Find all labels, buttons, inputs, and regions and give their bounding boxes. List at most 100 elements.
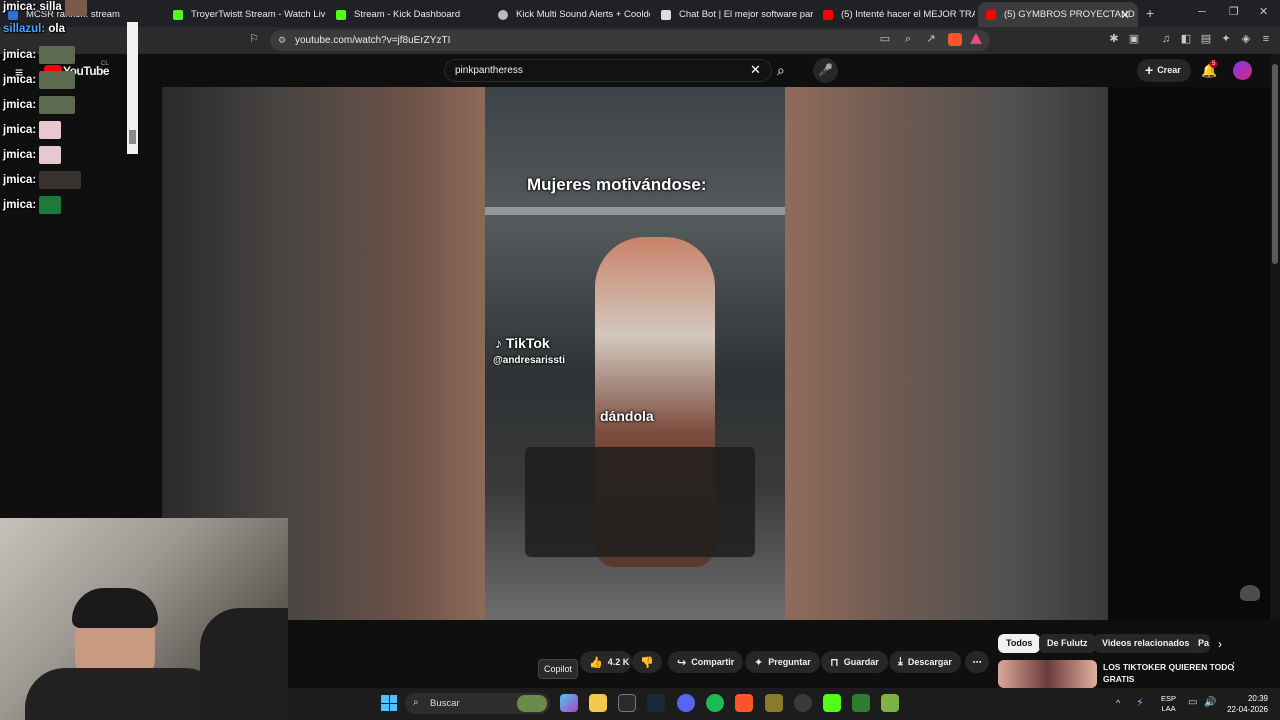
chip-all[interactable]: Todos	[998, 634, 1041, 653]
tab-title: TroyerTwistt Stream - Watch Live on	[191, 9, 325, 20]
epic-games-icon[interactable]	[618, 694, 636, 712]
chip-related[interactable]: Videos relacionados	[1094, 634, 1198, 653]
tab-favicon-icon	[498, 9, 508, 20]
clock-date: 22-04-2026	[1227, 705, 1268, 714]
chat-username: jmica:	[3, 99, 37, 111]
discord-icon[interactable]	[677, 694, 695, 712]
search-input[interactable]: pinkpantheress	[444, 59, 772, 82]
share-page-icon[interactable]: ↗	[925, 33, 937, 45]
save-button[interactable]: ⊓ Guardar	[821, 651, 888, 673]
emote-image	[39, 96, 76, 114]
ask-button[interactable]: ✦ Preguntar	[745, 651, 820, 673]
brave-shield-icon[interactable]	[948, 33, 962, 46]
new-tab-button[interactable]: +	[1146, 5, 1154, 21]
save-label: Guardar	[843, 657, 879, 667]
scrollbar-thumb[interactable]	[1272, 64, 1278, 264]
brave-browser-icon[interactable]	[735, 694, 753, 712]
clock[interactable]: 20:39 22-04-2026	[1222, 693, 1268, 715]
emote-image	[39, 196, 62, 214]
widget-image[interactable]	[517, 695, 547, 712]
menu-icon[interactable]: ≡	[1260, 33, 1272, 45]
cast-icon[interactable]: ▭	[879, 33, 891, 45]
chat-message: jmica:	[3, 146, 62, 164]
tray-app-icon[interactable]: ⚡	[1136, 696, 1144, 709]
chip-more[interactable]: Pa	[1190, 634, 1210, 653]
emote-image	[39, 121, 62, 139]
browser-tab[interactable]: (5) Intenté hacer el MEJOR TRAGO e	[815, 2, 975, 27]
browser-tab[interactable]: Kick Multi Sound Alerts + Cooldown	[490, 2, 650, 27]
chip-from-channel[interactable]: De Fulutz	[1039, 634, 1096, 653]
tiktok-label: TikTok	[505, 335, 550, 351]
minecraft-icon[interactable]	[852, 694, 870, 712]
tab-title: (5) GYMBROS PROYECTAND	[1004, 9, 1135, 20]
maximize-button[interactable]: ❐	[1229, 5, 1239, 18]
dislike-button[interactable]: 👎	[632, 651, 662, 673]
search-value: pinkpantheress	[455, 65, 523, 76]
vpn-icon[interactable]: ◈	[1240, 33, 1252, 45]
zoom-icon[interactable]: ⌕	[902, 33, 914, 45]
chat-message: jmica:	[3, 46, 76, 64]
search-icon[interactable]: ⌕	[777, 62, 785, 79]
like-button[interactable]: 👍 4.2 K	[580, 651, 632, 673]
tiktok-handle: @andresarissti	[493, 355, 566, 366]
channel-watermark-icon	[1240, 585, 1260, 601]
app-icon[interactable]	[765, 694, 783, 712]
brave-rewards-icon[interactable]	[970, 33, 982, 44]
bookmark-icon[interactable]: ⚐	[248, 33, 260, 45]
browser-tab[interactable]: Stream - Kick Dashboard	[328, 2, 488, 27]
leo-ai-icon[interactable]: ✦	[1220, 33, 1232, 45]
file-explorer-icon[interactable]	[589, 694, 607, 712]
language-indicator[interactable]: ESP LAA	[1161, 694, 1176, 714]
related-more-icon[interactable]: ⋮	[1228, 660, 1239, 673]
kick-icon[interactable]	[823, 694, 841, 712]
create-button[interactable]: + Crear	[1137, 59, 1191, 82]
wallet-icon[interactable]: ▤	[1200, 33, 1212, 45]
close-window-button[interactable]: ✕	[1259, 5, 1268, 18]
minimize-button[interactable]: ─	[1198, 6, 1206, 18]
volume-icon[interactable]: 🔊	[1204, 697, 1216, 708]
site-info-icon[interactable]: ⚙	[276, 34, 288, 46]
video-caption-top: Mujeres motivándose:	[527, 175, 707, 194]
windows-start-icon[interactable]	[381, 695, 397, 711]
page-scrollbar[interactable]	[1270, 54, 1280, 668]
steam-icon[interactable]	[647, 694, 665, 712]
video-frame[interactable]: Mujeres motivándose: ♪ TikTok @andresari…	[485, 87, 785, 620]
network-icon[interactable]: ▭	[1188, 697, 1197, 708]
spotify-icon[interactable]	[706, 694, 724, 712]
video-caption-mid: dándola	[600, 408, 654, 424]
more-actions-button[interactable]: ⋯	[965, 651, 989, 673]
screenshot-icon[interactable]: ▣	[1128, 33, 1140, 45]
browser-tab[interactable]: TroyerTwistt Stream - Watch Live on	[165, 2, 325, 27]
chevron-right-icon[interactable]: ›	[1218, 637, 1222, 651]
obs-icon[interactable]	[794, 694, 812, 712]
chat-message: sillazul: ola	[3, 23, 65, 35]
browser-tab[interactable]: Chat Bot | El mejor software para po	[653, 2, 813, 27]
tray-chevron-icon[interactable]: ^	[1116, 698, 1120, 708]
extensions-icon[interactable]: ✱	[1108, 33, 1120, 45]
related-thumbnail[interactable]	[998, 660, 1097, 688]
streamer-hair	[72, 588, 158, 628]
voice-search-icon[interactable]: 🎤	[813, 58, 838, 83]
like-icon: 👍	[589, 656, 603, 669]
emote-image	[39, 46, 76, 64]
related-title[interactable]: LOS TIKTOKER QUIEREN TODO GRATIS	[1103, 661, 1234, 685]
download-button[interactable]: ⤓ Descargar	[889, 651, 961, 673]
ceiling-lights	[485, 207, 785, 215]
media-icon[interactable]: ♫	[1160, 33, 1172, 45]
tab-title: Kick Multi Sound Alerts + Cooldown	[516, 9, 650, 20]
chat-scrollbar-thumb[interactable]	[129, 130, 136, 144]
app-icon[interactable]	[881, 694, 899, 712]
account-avatar[interactable]	[1233, 61, 1252, 80]
chat-scrollbar[interactable]	[127, 22, 138, 154]
close-tab-icon[interactable]: ✕	[1120, 8, 1130, 22]
sidebar-icon[interactable]: ◧	[1180, 33, 1192, 45]
chat-username: jmica:	[3, 199, 37, 211]
tab-title: Chat Bot | El mejor software para po	[679, 9, 813, 20]
chat-message: jmica:	[3, 96, 76, 114]
clear-search-icon[interactable]: ✕	[750, 62, 761, 78]
related-title-line: LOS TIKTOKER QUIEREN TODO	[1103, 662, 1234, 672]
copilot-icon[interactable]	[560, 694, 578, 712]
share-button[interactable]: ↪ Compartir	[668, 651, 744, 673]
tab-favicon-icon	[661, 9, 671, 20]
browser-tab-active[interactable]: (5) GYMBROS PROYECTAND ✕	[978, 2, 1138, 27]
